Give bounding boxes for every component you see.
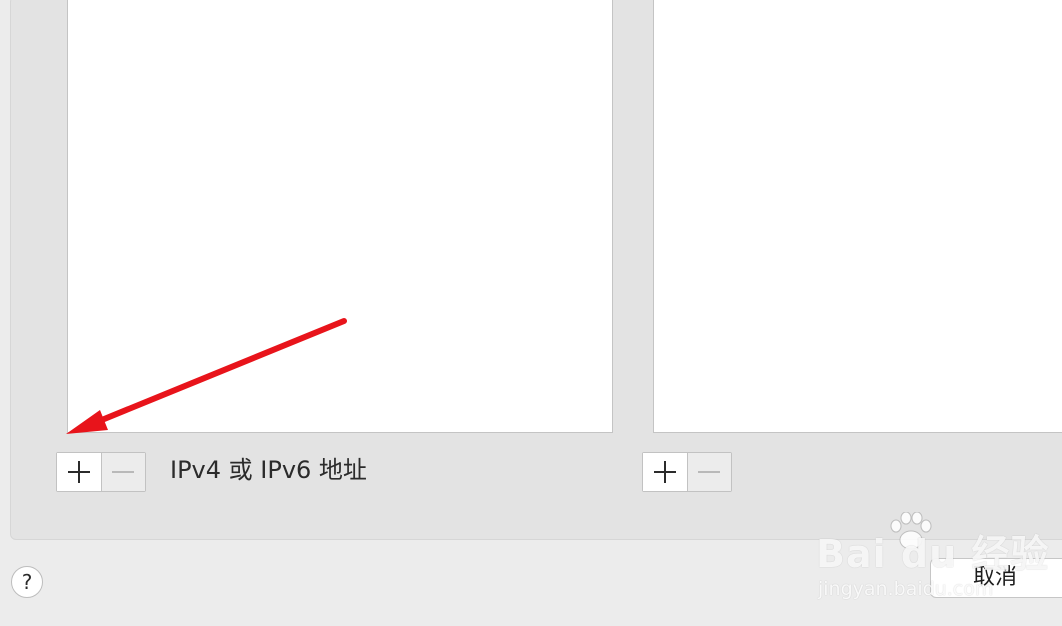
- search-domains-add-remove-control: [642, 452, 732, 492]
- minus-icon: [698, 461, 721, 483]
- plus-icon: [653, 461, 676, 483]
- minus-icon: [112, 461, 135, 483]
- remove-dns-server-button[interactable]: [101, 453, 145, 491]
- remove-search-domain-button[interactable]: [687, 453, 731, 491]
- add-search-domain-button[interactable]: [643, 453, 688, 491]
- plus-icon: [67, 461, 90, 483]
- dns-settings-group: [10, 0, 1062, 540]
- cancel-button[interactable]: 取消: [930, 558, 1062, 598]
- help-button[interactable]: ?: [11, 566, 43, 598]
- dns-servers-list[interactable]: [67, 0, 613, 433]
- add-dns-server-button[interactable]: [57, 453, 102, 491]
- dns-address-hint-label: IPv4 或 IPv6 地址: [170, 456, 367, 484]
- dns-servers-add-remove-control: [56, 452, 146, 492]
- question-mark-icon: ?: [21, 570, 33, 594]
- search-domains-list[interactable]: [653, 0, 1062, 433]
